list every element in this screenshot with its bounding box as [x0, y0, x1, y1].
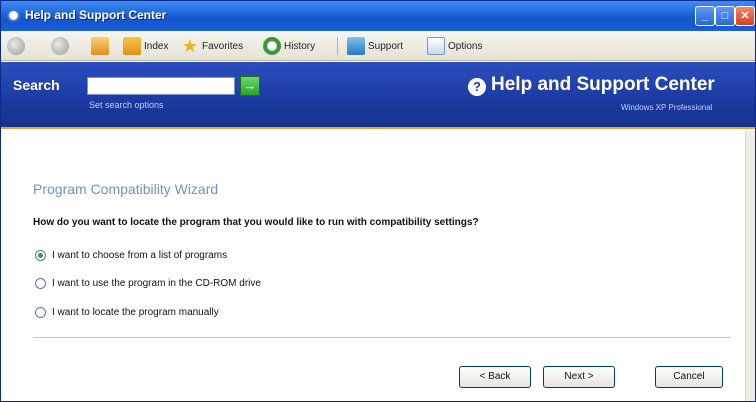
wizard-content: Program Compatibility Wizard How do you …: [1, 131, 745, 401]
toolbar-separator: [337, 37, 338, 55]
help-and-support-window: Help and Support Center _ □ ✕ Index ★ Fa…: [0, 0, 756, 402]
forward-arrow-icon: [51, 37, 69, 55]
option-cd-rom-drive[interactable]: I want to use the program in the CD-ROM …: [35, 275, 261, 291]
option-label: I want to use the program in the CD-ROM …: [52, 277, 261, 289]
wizard-question: How do you want to locate the program th…: [33, 217, 479, 228]
history-label: History: [284, 40, 316, 52]
forward-button[interactable]: [51, 36, 72, 56]
star-icon: ★: [181, 36, 199, 56]
search-go-button[interactable]: →: [240, 76, 260, 96]
favorites-button[interactable]: ★ Favorites: [181, 36, 243, 56]
support-icon: [347, 37, 365, 55]
help-center-title: Help and Support Center: [491, 74, 715, 95]
radio-locate-manually[interactable]: [35, 306, 46, 318]
maximize-button[interactable]: □: [715, 6, 735, 26]
history-clock-icon: [263, 37, 281, 55]
index-button[interactable]: Index: [123, 36, 168, 56]
support-button[interactable]: Support: [347, 36, 403, 56]
book-icon: [123, 37, 141, 55]
option-choose-from-list[interactable]: I want to choose from a list of programs: [35, 247, 227, 263]
history-button[interactable]: History: [263, 36, 315, 56]
wizard-title: Program Compatibility Wizard: [33, 181, 219, 197]
search-header-band: Search → Set search options ? Help and S…: [1, 62, 755, 129]
option-label: I want to locate the program manually: [52, 306, 219, 318]
vertical-scrollbar[interactable]: [745, 131, 755, 401]
edition-subtitle: Windows XP Professional: [621, 103, 713, 112]
favorites-label: Favorites: [202, 40, 244, 52]
back-arrow-icon: [7, 37, 25, 55]
options-button[interactable]: Options: [427, 36, 482, 56]
toolbar: Index ★ Favorites History Support Option…: [1, 31, 755, 61]
radio-choose-from-list[interactable]: [35, 249, 46, 261]
set-search-options-link[interactable]: Set search options: [89, 100, 164, 110]
search-input[interactable]: [87, 77, 235, 95]
title-bar[interactable]: Help and Support Center _ □ ✕: [1, 1, 755, 31]
home-icon: [91, 37, 109, 55]
option-locate-manually[interactable]: I want to locate the program manually: [35, 304, 219, 320]
back-button[interactable]: [7, 36, 28, 56]
options-checklist-icon: [427, 37, 445, 55]
help-circle-icon: ?: [468, 78, 486, 96]
back-wizard-button[interactable]: < Back: [459, 366, 531, 388]
support-label: Support: [368, 40, 404, 52]
radio-cd-rom-drive[interactable]: [35, 277, 46, 289]
window-title: Help and Support Center: [25, 8, 167, 22]
options-label: Options: [448, 40, 483, 52]
home-button[interactable]: [91, 36, 112, 56]
divider: [33, 337, 731, 338]
next-button[interactable]: Next >: [543, 366, 615, 388]
help-app-icon: [7, 9, 20, 22]
search-label: Search: [13, 77, 60, 93]
option-label: I want to choose from a list of programs: [52, 249, 228, 261]
index-label: Index: [144, 40, 169, 52]
cancel-button[interactable]: Cancel: [655, 366, 723, 388]
minimize-button[interactable]: _: [695, 6, 715, 26]
close-button[interactable]: ✕: [735, 6, 755, 26]
